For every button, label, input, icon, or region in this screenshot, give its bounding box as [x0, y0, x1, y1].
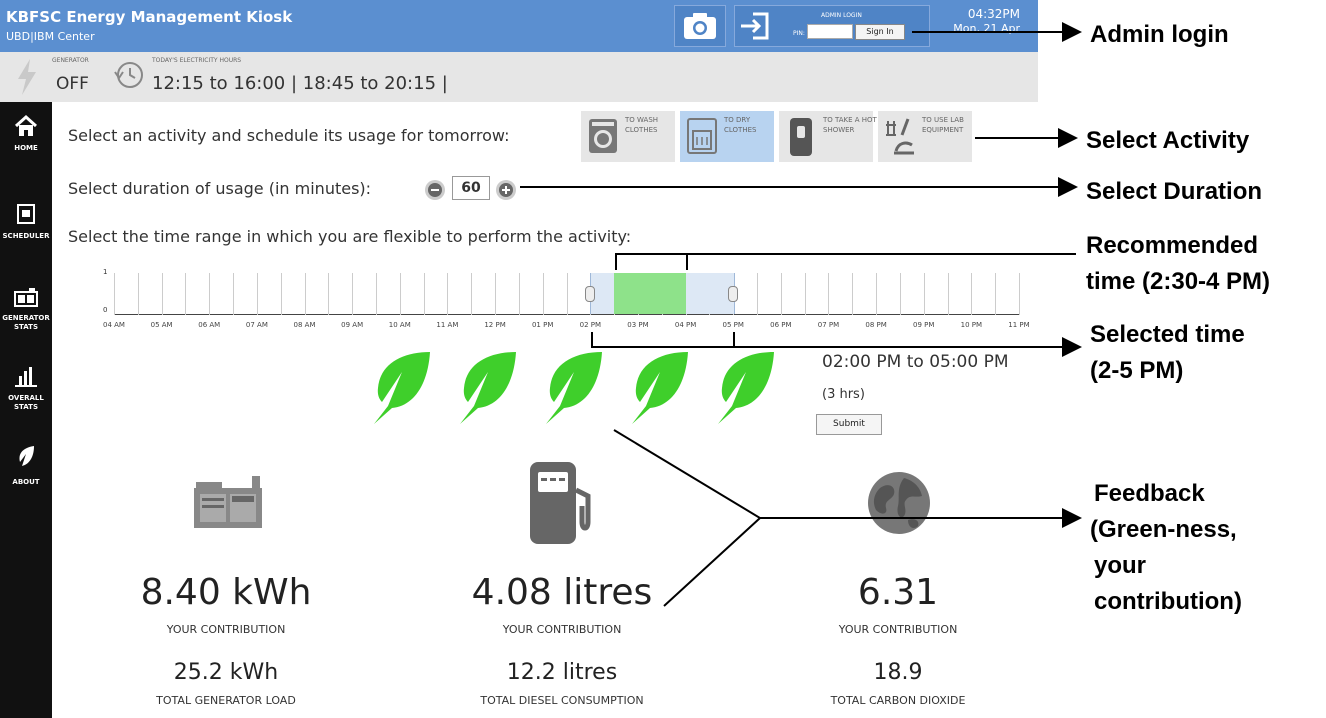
feedback-lines [613, 429, 1080, 607]
annotation-selected-2: (2-5 PM) [1090, 357, 1184, 384]
bracket-recommended [615, 253, 1076, 270]
annotation-recommended-1: Recommended [1086, 232, 1259, 259]
annotation-select-duration: Select Duration [1086, 178, 1263, 205]
bracket-selected [591, 332, 1080, 347]
annotation-selected-1: Selected time [1090, 321, 1245, 348]
annotation-feedback-4: contribution) [1094, 588, 1242, 615]
annotation-admin-login: Admin login [1090, 21, 1229, 48]
annotation-feedback-2: (Green-ness, [1090, 516, 1237, 543]
annotation-recommended-2: time (2:30-4 PM) [1086, 268, 1271, 295]
annotation-feedback-1: Feedback [1094, 480, 1205, 507]
annotation-feedback-3: your [1094, 552, 1147, 579]
annotation-select-activity: Select Activity [1086, 127, 1250, 154]
